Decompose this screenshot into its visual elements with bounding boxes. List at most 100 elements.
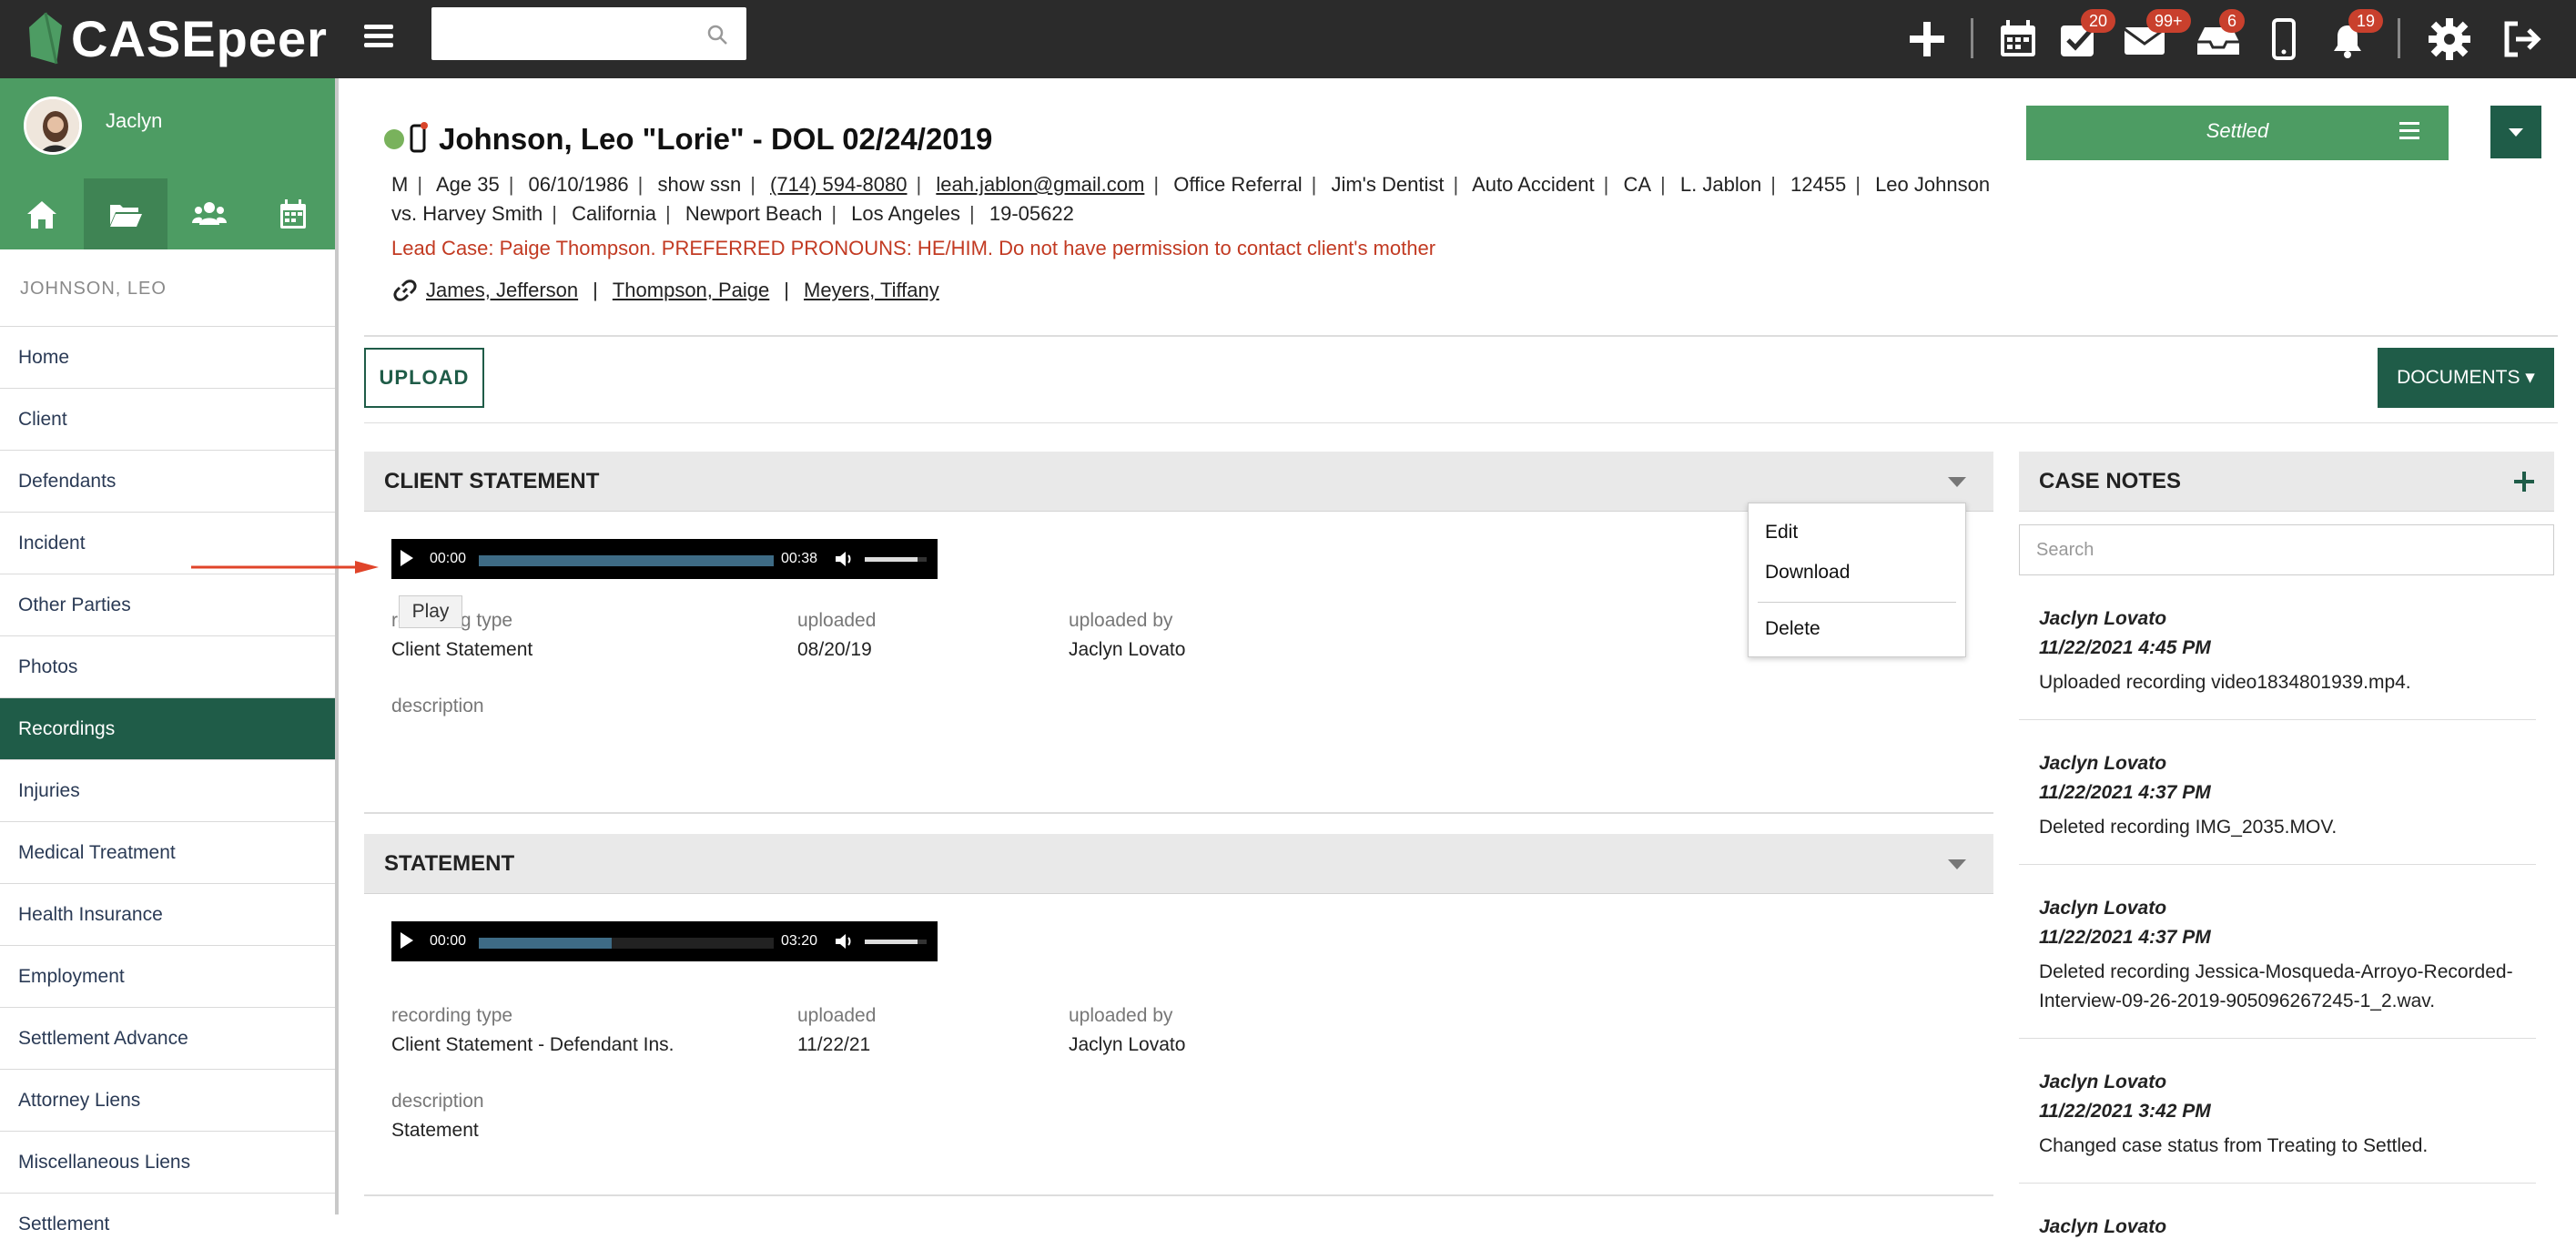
sidebar-item-miscellaneous-liens[interactable]: Miscellaneous Liens	[0, 1131, 335, 1193]
tasks-badge: 20	[2081, 9, 2116, 33]
volume-slider[interactable]	[865, 557, 927, 562]
show-ssn-link[interactable]: show ssn	[657, 173, 741, 196]
sidebar-item-injuries[interactable]: Injuries	[0, 759, 335, 821]
top-bar: CASEpeer 20 99+ 6 19	[0, 0, 2576, 78]
sidebar-item-recordings[interactable]: Recordings	[0, 697, 335, 759]
volume-icon[interactable]	[834, 932, 854, 950]
annotation-arrow-icon	[191, 561, 379, 574]
bell-icon[interactable]: 19	[2323, 9, 2384, 64]
current-time: 00:00	[430, 933, 467, 949]
note-time: 11/22/2021 3:42 PM	[2039, 1101, 2211, 1122]
info-venue-state: California	[572, 202, 657, 225]
sidebar-item-settlement[interactable]: Settlement	[0, 1193, 335, 1255]
recording-title: STATEMENT	[364, 834, 1993, 894]
email-link[interactable]: leah.jablon@gmail.com	[936, 173, 1144, 196]
sidebar-nav: Home Client Defendants Incident Other Pa…	[0, 326, 335, 1255]
contacts-icon[interactable]	[167, 178, 251, 249]
info-referrer: Jim's Dentist	[1331, 173, 1445, 196]
sidebar-item-employment[interactable]: Employment	[0, 945, 335, 1007]
documents-dropdown-button[interactable]: DOCUMENTS ▾	[2378, 348, 2554, 408]
note-item[interactable]: Jaclyn Lovato	[2019, 1184, 2536, 1260]
seek-bar[interactable]	[479, 555, 774, 566]
sidebar-item-home[interactable]: Home	[0, 326, 335, 388]
sidebar-item-defendants[interactable]: Defendants	[0, 450, 335, 512]
home-icon[interactable]	[0, 178, 84, 249]
sidebar-item-attorney-liens[interactable]: Attorney Liens	[0, 1069, 335, 1131]
note-time: 11/22/2021 4:37 PM	[2039, 782, 2211, 803]
add-icon[interactable]	[1902, 15, 1952, 64]
case-info-line2: vs. Harvey Smith | California | Newport Be…	[391, 202, 1074, 225]
divider	[364, 335, 2558, 337]
mobile-icon[interactable]	[2259, 15, 2308, 64]
online-status-dot	[384, 129, 404, 149]
avatar[interactable]	[24, 97, 82, 155]
mail-icon[interactable]: 99+	[2121, 9, 2191, 64]
linked-case-link[interactable]: Meyers, Tiffany	[804, 279, 939, 302]
sidebar-item-health-insurance[interactable]: Health Insurance	[0, 883, 335, 945]
audio-player[interactable]: 00:00 00:38	[391, 539, 938, 579]
search-icon	[707, 25, 727, 45]
volume-fill	[865, 557, 918, 562]
calendar-icon[interactable]	[251, 178, 335, 249]
gear-icon[interactable]	[2425, 15, 2474, 64]
note-item[interactable]: Jaclyn Lovato 11/22/2021 3:42 PM Changed…	[2019, 1039, 2536, 1184]
upload-button[interactable]: UPLOAD	[364, 348, 484, 408]
linked-case-link[interactable]: James, Jefferson	[426, 279, 578, 302]
phone-link[interactable]: (714) 594-8080	[770, 173, 907, 196]
logout-icon[interactable]	[2498, 15, 2547, 64]
menu-toggle-icon[interactable]	[364, 20, 393, 56]
caret-down-icon[interactable]	[1948, 477, 1966, 487]
note-item[interactable]: Jaclyn Lovato 11/22/2021 4:37 PM Deleted…	[2019, 720, 2536, 865]
sidebar-item-photos[interactable]: Photos	[0, 635, 335, 697]
volume-slider[interactable]	[865, 940, 927, 944]
sidebar-item-settlement-advance[interactable]: Settlement Advance	[0, 1007, 335, 1069]
linked-cases: James, Jefferson | Thompson, Paige | Meyer…	[391, 277, 939, 304]
menu-item-edit[interactable]: Edit	[1765, 522, 1798, 544]
page-title: Johnson, Leo "Lorie" - DOL 02/24/2019	[439, 122, 993, 156]
uploaded-value: 11/22/21	[797, 1034, 871, 1055]
note-author: Jaclyn Lovato	[2039, 753, 2167, 774]
case-heading: JOHNSON, LEO	[20, 279, 167, 299]
note-author: Jaclyn Lovato	[2039, 1072, 2167, 1092]
add-note-icon[interactable]	[2512, 470, 2536, 493]
volume-icon[interactable]	[834, 550, 854, 568]
sidebar: Jaclyn JOHNSON, LEO Home Client Defendan…	[0, 78, 339, 1235]
audio-player[interactable]: 00:00 03:20	[391, 921, 938, 961]
case-info-line1: M | Age 35 | 06/10/1986 | show ssn | (714) 5…	[391, 173, 1991, 196]
seek-bar[interactable]	[479, 938, 774, 949]
case-status-button[interactable]: Settled	[2026, 106, 2449, 160]
notes-search-input[interactable]: Search	[2019, 524, 2554, 575]
play-icon[interactable]	[401, 550, 413, 566]
description-label: description	[391, 1091, 484, 1112]
casepeer-logo[interactable]: CASEpeer	[25, 5, 328, 71]
status-dropdown-button[interactable]	[2490, 106, 2541, 158]
note-item[interactable]: Jaclyn Lovato 11/22/2021 4:45 PM Uploade…	[2019, 575, 2536, 720]
seek-fill	[479, 938, 612, 949]
top-search-input[interactable]	[431, 7, 746, 60]
info-age: Age 35	[435, 173, 500, 196]
divider	[364, 812, 1993, 814]
note-item[interactable]: Jaclyn Lovato 11/22/2021 4:37 PM Deleted…	[2019, 865, 2536, 1039]
uploaded-by-value: Jaclyn Lovato	[1069, 639, 1186, 660]
folder-open-icon[interactable]	[84, 178, 167, 249]
note-author: Jaclyn Lovato	[2039, 1216, 2167, 1237]
note-text: Uploaded recording video1834801939.mp4.	[2039, 672, 2411, 693]
note-time: 11/22/2021 4:45 PM	[2039, 637, 2211, 658]
calendar-icon[interactable]	[1993, 15, 2043, 64]
play-icon[interactable]	[401, 932, 413, 949]
note-text: Deleted recording IMG_2035.MOV.	[2039, 817, 2338, 838]
menu-item-delete[interactable]: Delete	[1765, 618, 1820, 640]
tasks-icon[interactable]: 20	[2055, 9, 2116, 64]
sidebar-item-medical-treatment[interactable]: Medical Treatment	[0, 821, 335, 883]
user-name[interactable]: Jaclyn	[106, 109, 162, 133]
recording-type-value: Client Statement	[391, 639, 533, 660]
caret-down-icon[interactable]	[1948, 859, 1966, 869]
uploaded-value: 08/20/19	[797, 639, 872, 660]
menu-item-download[interactable]: Download	[1765, 562, 1850, 584]
linked-case-link[interactable]: Thompson, Paige	[613, 279, 769, 302]
sidebar-item-client[interactable]: Client	[0, 388, 335, 450]
sidebar-item-other-parties[interactable]: Other Parties	[0, 574, 335, 635]
inbox-icon[interactable]: 6	[2194, 9, 2246, 64]
inbox-badge: 6	[2219, 9, 2246, 33]
info-opposing: vs. Harvey Smith	[391, 202, 543, 225]
